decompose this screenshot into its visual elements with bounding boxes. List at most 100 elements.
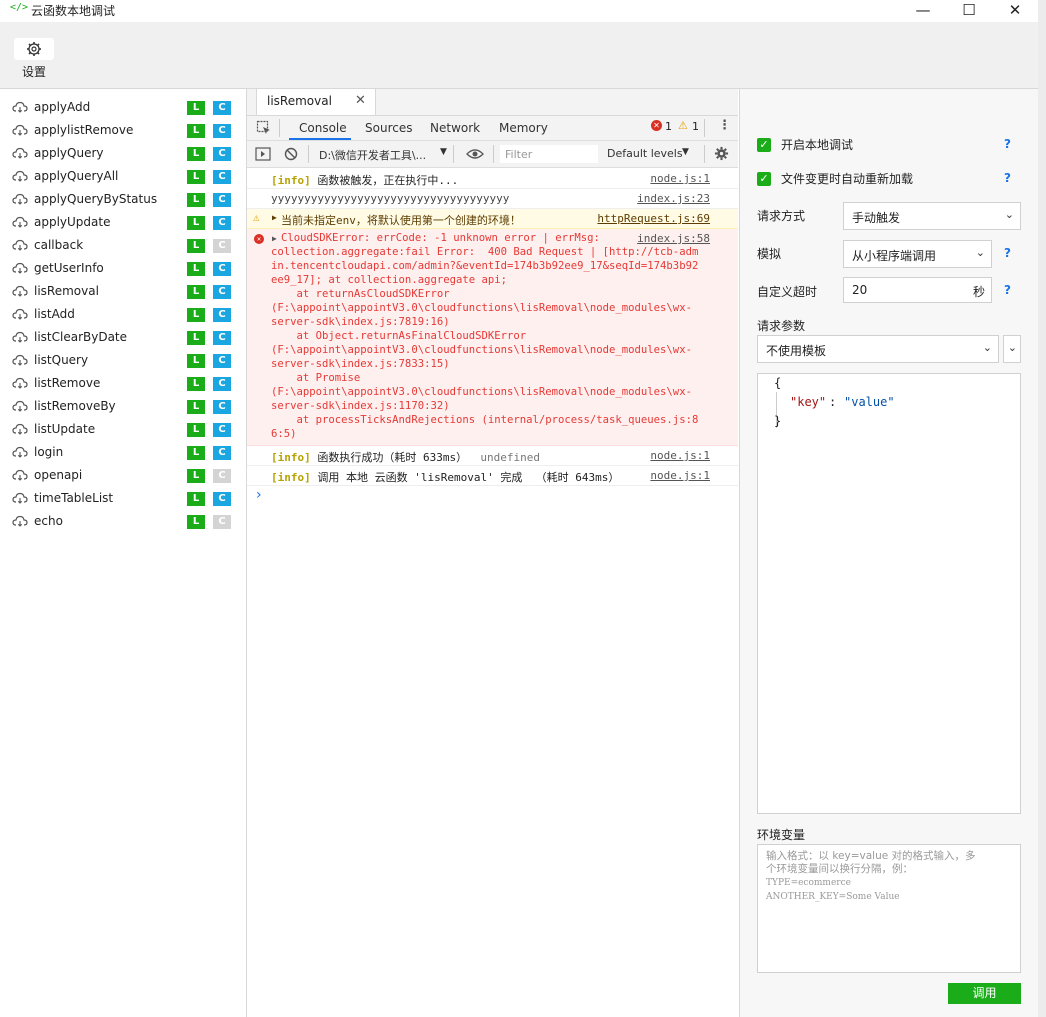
invoke-button[interactable]: 调用: [948, 983, 1021, 1004]
cloud-function-icon: [12, 400, 28, 412]
log-text: 函数被触发，正在执行中...: [317, 174, 459, 187]
log-levels-dropdown[interactable]: Default levels: [607, 147, 683, 160]
sidebar-toggle-icon[interactable]: [255, 147, 271, 161]
tab-network[interactable]: Network: [430, 121, 480, 135]
local-badge: L: [187, 124, 205, 138]
warning-count[interactable]: 1: [692, 120, 699, 133]
function-item[interactable]: listClearByDate L C: [0, 327, 246, 350]
function-item[interactable]: listRemove L C: [0, 373, 246, 396]
function-item[interactable]: applyAdd L C: [0, 97, 246, 120]
cloud-function-icon: [12, 423, 28, 435]
source-link[interactable]: httpRequest.js:69: [597, 212, 710, 225]
function-item[interactable]: login L C: [0, 442, 246, 465]
function-item[interactable]: getUserInfo L C: [0, 258, 246, 281]
chevron-down-icon: ⌄: [1007, 341, 1017, 354]
log-extra: undefined: [480, 451, 540, 464]
auto-reload-checkbox[interactable]: ✓: [757, 172, 771, 186]
cloud-function-icon: [12, 170, 28, 182]
function-name: echo: [34, 514, 63, 528]
expand-arrow-icon[interactable]: ▶: [272, 213, 277, 222]
template-menu-button[interactable]: ⌄: [1003, 335, 1021, 363]
log-text: 调用 本地 云函数 'lisRemoval' 完成 （耗时 643ms）: [317, 471, 620, 484]
tab-sources[interactable]: Sources: [365, 121, 412, 135]
json-brace: }: [774, 414, 782, 428]
source-link[interactable]: index.js:58: [637, 232, 710, 245]
function-item[interactable]: lisRemoval L C: [0, 281, 246, 304]
source-link[interactable]: node.js:1: [650, 449, 710, 462]
local-badge: L: [187, 423, 205, 437]
function-item[interactable]: listAdd L C: [0, 304, 246, 327]
inspect-element-icon[interactable]: [256, 120, 272, 136]
local-badge: L: [187, 285, 205, 299]
function-name: listAdd: [34, 307, 75, 321]
function-item[interactable]: applyQueryByStatus L C: [0, 189, 246, 212]
function-item[interactable]: listQuery L C: [0, 350, 246, 373]
local-badge: L: [187, 170, 205, 184]
function-name: listRemove: [34, 376, 101, 390]
context-selector[interactable]: D:\微信开发者工具\...: [319, 147, 426, 163]
more-options-icon[interactable]: ⋮: [718, 118, 731, 133]
function-item[interactable]: applyUpdate L C: [0, 212, 246, 235]
function-item[interactable]: applyQueryAll L C: [0, 166, 246, 189]
request-method-select[interactable]: 手动触发 ⌄: [843, 202, 1021, 230]
settings-button[interactable]: [14, 38, 54, 60]
function-name: callback: [34, 238, 84, 252]
warning-icon: ⚠: [253, 211, 260, 224]
function-item[interactable]: callback L C: [0, 235, 246, 258]
tab-console[interactable]: Console: [299, 121, 347, 135]
cloud-function-icon: [12, 331, 28, 343]
timeout-input[interactable]: 20 秒: [843, 277, 992, 303]
gear-icon: [27, 42, 41, 56]
close-button[interactable]: ✕: [992, 0, 1038, 22]
local-badge: L: [187, 400, 205, 414]
cloud-badge: C: [213, 193, 231, 207]
function-name: lisRemoval: [34, 284, 99, 298]
console-filter-input[interactable]: Filter: [500, 145, 598, 163]
template-select[interactable]: 不使用模板 ⌄: [757, 335, 999, 363]
cloud-badge: C: [213, 423, 231, 437]
console-prompt[interactable]: ›: [256, 487, 262, 503]
settings-label: 设置: [22, 65, 47, 79]
help-icon[interactable]: ?: [1004, 137, 1011, 151]
maximize-button[interactable]: ☐: [946, 0, 992, 22]
title-bar: </> 云函数本地调试 — ☐ ✕: [0, 0, 1038, 22]
cloud-function-icon: [12, 193, 28, 205]
error-stack-line: at returnAsCloudSDKError: [271, 288, 450, 300]
source-link[interactable]: index.js:23: [637, 192, 710, 205]
source-link[interactable]: node.js:1: [650, 469, 710, 482]
clear-console-icon[interactable]: [284, 147, 298, 161]
eye-icon[interactable]: [466, 148, 484, 160]
warning-icon: ⚠: [678, 119, 688, 132]
function-item[interactable]: listUpdate L C: [0, 419, 246, 442]
params-json-editor[interactable]: { "key" : "value" }: [757, 373, 1021, 814]
enable-local-checkbox[interactable]: ✓: [757, 138, 771, 152]
local-badge: L: [187, 469, 205, 483]
help-icon[interactable]: ?: [1004, 171, 1011, 185]
function-item[interactable]: applyQuery L C: [0, 143, 246, 166]
function-name: applyQuery: [34, 146, 104, 160]
error-count[interactable]: 1: [665, 120, 672, 133]
function-item[interactable]: listRemoveBy L C: [0, 396, 246, 419]
chevron-down-icon[interactable]: ▼: [682, 147, 689, 157]
chevron-down-icon[interactable]: ▼: [440, 147, 447, 157]
cloud-badge: C: [213, 331, 231, 345]
source-link[interactable]: node.js:1: [650, 172, 710, 185]
function-name: applyAdd: [34, 100, 91, 114]
function-item[interactable]: echo L C: [0, 511, 246, 534]
function-name: applyQueryByStatus: [34, 192, 158, 206]
gear-icon[interactable]: [714, 146, 729, 161]
cloud-function-icon: [12, 446, 28, 458]
help-icon[interactable]: ?: [1004, 246, 1011, 260]
tab-memory[interactable]: Memory: [499, 121, 548, 135]
help-icon[interactable]: ?: [1004, 283, 1011, 297]
function-item[interactable]: openapi L C: [0, 465, 246, 488]
function-item[interactable]: applylistRemove L C: [0, 120, 246, 143]
minimize-button[interactable]: —: [900, 0, 946, 22]
function-item[interactable]: timeTableList L C: [0, 488, 246, 511]
env-textarea[interactable]: 输入格式：以 key=value 对的格式输入，多 个环境变量间以换行分隔，例：…: [757, 844, 1021, 973]
close-icon[interactable]: ✕: [355, 93, 366, 108]
info-tag: [info]: [271, 451, 311, 464]
tab-lisremoval[interactable]: lisRemoval ✕: [256, 88, 376, 115]
cloud-badge: C: [213, 239, 231, 253]
simulate-select[interactable]: 从小程序端调用 ⌄: [843, 240, 992, 268]
